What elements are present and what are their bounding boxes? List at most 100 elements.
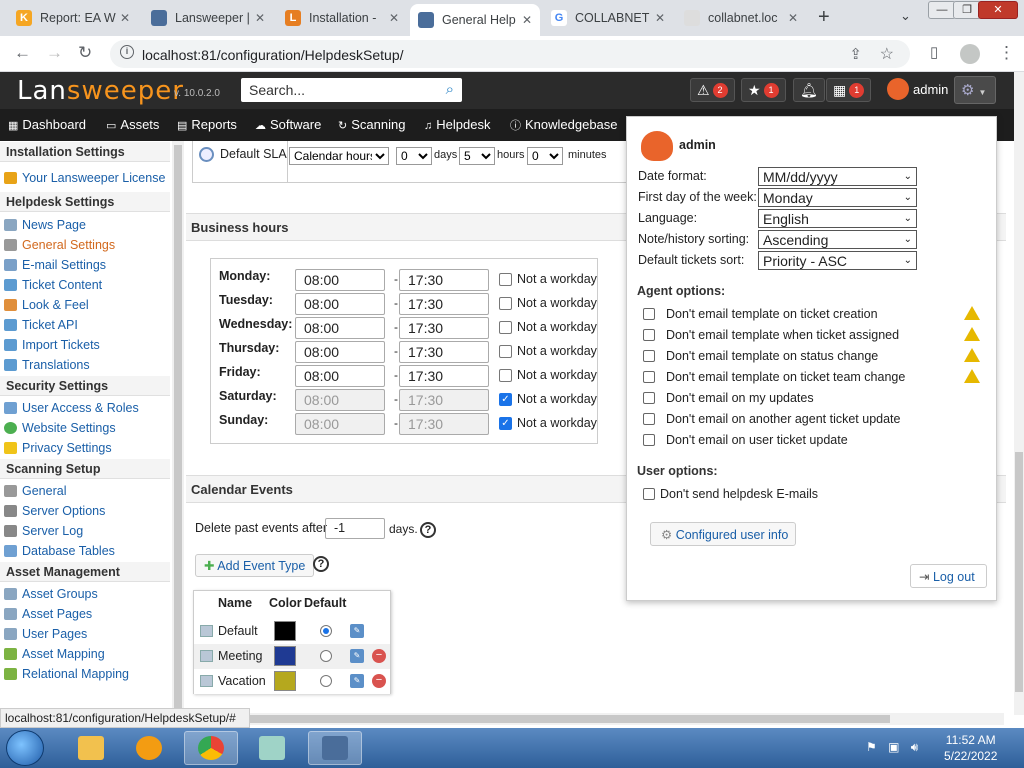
not-workday-checkbox[interactable]	[499, 345, 512, 358]
start-time-input[interactable]: 08:00	[295, 413, 385, 435]
end-time-input[interactable]: 17:30	[399, 269, 489, 291]
sidebar-item-news-page[interactable]: News Page	[0, 215, 170, 235]
minimize-button[interactable]: —	[928, 1, 956, 19]
bookmark-star-icon[interactable]: ☆	[880, 44, 894, 64]
language-select[interactable]: English ⌄	[758, 209, 917, 228]
close-tab-icon[interactable]: ✕	[120, 11, 130, 25]
sidebar-item-server-options[interactable]: Server Options	[0, 501, 170, 521]
help-icon[interactable]: ?	[313, 556, 329, 572]
forward-icon[interactable]: →	[46, 43, 63, 63]
sla-unit-select[interactable]: Calendar hours	[289, 147, 389, 165]
browser-tab[interactable]: G COLLABNET ✕	[543, 4, 673, 32]
sidebar-item-ticket-api[interactable]: Ticket API	[0, 315, 170, 335]
taskbar-explorer[interactable]	[64, 731, 118, 765]
delete-icon[interactable]: −	[372, 674, 386, 688]
configured-user-info-button[interactable]: ⚙ Configured user info	[650, 522, 796, 546]
nav-helpdesk[interactable]: ♫ Helpdesk	[424, 117, 490, 132]
not-workday-checkbox[interactable]	[499, 273, 512, 286]
taskbar-notepad[interactable]	[245, 731, 299, 765]
sidebar-item-user-pages[interactable]: User Pages	[0, 624, 170, 644]
start-time-input[interactable]: 08:00	[295, 341, 385, 363]
end-time-input[interactable]: 17:30	[399, 317, 489, 339]
sidebar-item-relational-mapping[interactable]: Relational Mapping	[0, 664, 170, 684]
page-horizontal-scrollbar[interactable]	[184, 713, 1004, 725]
not-workday-checkbox[interactable]	[499, 369, 512, 382]
favorites-button[interactable]: ★ 1	[741, 78, 786, 102]
browser-tab[interactable]: General Help ✕	[410, 4, 540, 36]
sidebar-item-website-settings[interactable]: Website Settings	[0, 418, 170, 438]
taskbar-clock[interactable]: 11:52 AM 5/22/2022	[944, 732, 997, 764]
sla-days-select[interactable]: 0	[396, 147, 432, 165]
reload-icon[interactable]: ↻	[78, 43, 92, 63]
edit-translation-icon[interactable]: ✎	[350, 674, 364, 688]
profile-icon[interactable]	[960, 44, 980, 64]
nav-assets[interactable]: ▭ Assets	[106, 117, 159, 132]
site-info-icon[interactable]: i	[120, 45, 134, 59]
help-icon[interactable]: ?	[420, 522, 436, 538]
sidebar-item-import-tickets[interactable]: Import Tickets	[0, 335, 170, 355]
restore-button[interactable]: ❐	[953, 1, 981, 19]
browser-tab[interactable]: Lansweeper | ✕	[143, 4, 273, 32]
nav-dashboard[interactable]: ▦ Dashboard	[8, 117, 86, 132]
page-vertical-scrollbar[interactable]	[1014, 72, 1024, 715]
sidebar-item-look-feel[interactable]: Look & Feel	[0, 295, 170, 315]
close-tab-icon[interactable]: ✕	[255, 11, 265, 25]
default-radio[interactable]	[320, 675, 332, 687]
delete-icon[interactable]: −	[372, 649, 386, 663]
network-icon[interactable]: ▣	[888, 740, 899, 754]
sidebar-scrollbar[interactable]	[172, 141, 184, 715]
nav-knowledgebase[interactable]: ⓘ Knowledgebase	[510, 117, 618, 133]
color-swatch[interactable]	[274, 621, 296, 641]
sidebar-toggle-icon[interactable]: ▯	[930, 43, 938, 61]
taskbar-media-player[interactable]	[122, 731, 176, 765]
sidebar-item-translations[interactable]: Translations	[0, 355, 170, 375]
lansweeper-logo[interactable]: Lansweeper	[17, 76, 184, 106]
agent-option-checkbox[interactable]	[643, 308, 655, 320]
delete-events-input[interactable]: -1	[325, 518, 385, 539]
browser-tab[interactable]: collabnet.loc ✕	[676, 4, 806, 32]
end-time-input[interactable]: 17:30	[399, 293, 489, 315]
not-workday-checkbox[interactable]: ✓	[499, 393, 512, 406]
default-radio[interactable]	[320, 650, 332, 662]
search-input[interactable]: Search... ⌕	[241, 78, 462, 102]
agent-option-checkbox[interactable]	[643, 392, 655, 404]
end-time-input[interactable]: 17:30	[399, 341, 489, 363]
browser-menu-icon[interactable]: ⋮	[998, 43, 1015, 63]
close-tab-icon[interactable]: ✕	[389, 11, 399, 25]
nav-software[interactable]: ☁ Software	[255, 117, 321, 132]
start-time-input[interactable]: 08:00	[295, 293, 385, 315]
agent-option-checkbox[interactable]	[643, 371, 655, 383]
user-menu[interactable]: admin	[887, 78, 948, 100]
action-center-icon[interactable]: ⚑	[866, 740, 877, 754]
agent-option-checkbox[interactable]	[643, 434, 655, 446]
end-time-input[interactable]: 17:30	[399, 413, 489, 435]
sidebar-item-privacy-settings[interactable]: Privacy Settings	[0, 438, 170, 458]
agent-option-checkbox[interactable]	[643, 329, 655, 341]
sidebar-item-general-settings[interactable]: General Settings	[0, 235, 170, 255]
browser-tab[interactable]: L Installation - ✕	[277, 4, 407, 32]
share-icon[interactable]: ⇪	[849, 45, 862, 63]
logout-button[interactable]: ⇥ Log out	[910, 564, 987, 588]
search-icon[interactable]: ⌕	[446, 81, 454, 98]
sidebar-item-asset-groups[interactable]: Asset Groups	[0, 584, 170, 604]
note-sorting-select[interactable]: Ascending ⌄	[758, 230, 917, 249]
alerts-button[interactable]: ⚠ 2	[690, 78, 735, 102]
sidebar-item-server-log[interactable]: Server Log	[0, 521, 170, 541]
back-icon[interactable]: ←	[14, 43, 31, 63]
new-tab-button[interactable]: +	[818, 6, 830, 29]
sidebar-item-user-access[interactable]: User Access & Roles	[0, 398, 170, 418]
taskbar-rdp[interactable]	[308, 731, 362, 765]
sidebar-item-general[interactable]: General	[0, 481, 170, 501]
sidebar-item-asset-mapping[interactable]: Asset Mapping	[0, 644, 170, 664]
sidebar-item-asset-pages[interactable]: Asset Pages	[0, 604, 170, 624]
sidebar-item-database-tables[interactable]: Database Tables	[0, 541, 170, 561]
sla-minutes-select[interactable]: 0	[527, 147, 563, 165]
close-tab-icon[interactable]: ✕	[655, 11, 665, 25]
sidebar-item-email-settings[interactable]: E-mail Settings	[0, 255, 170, 275]
tab-search-button[interactable]: ⌄	[900, 8, 911, 24]
edit-translation-icon[interactable]: ✎	[350, 649, 364, 663]
settings-menu-button[interactable]: ⚙ ▼	[954, 76, 996, 104]
end-time-input[interactable]: 17:30	[399, 365, 489, 387]
taskbar-chrome[interactable]	[184, 731, 238, 765]
ticket-sort-select[interactable]: Priority - ASC ⌄	[758, 251, 917, 270]
